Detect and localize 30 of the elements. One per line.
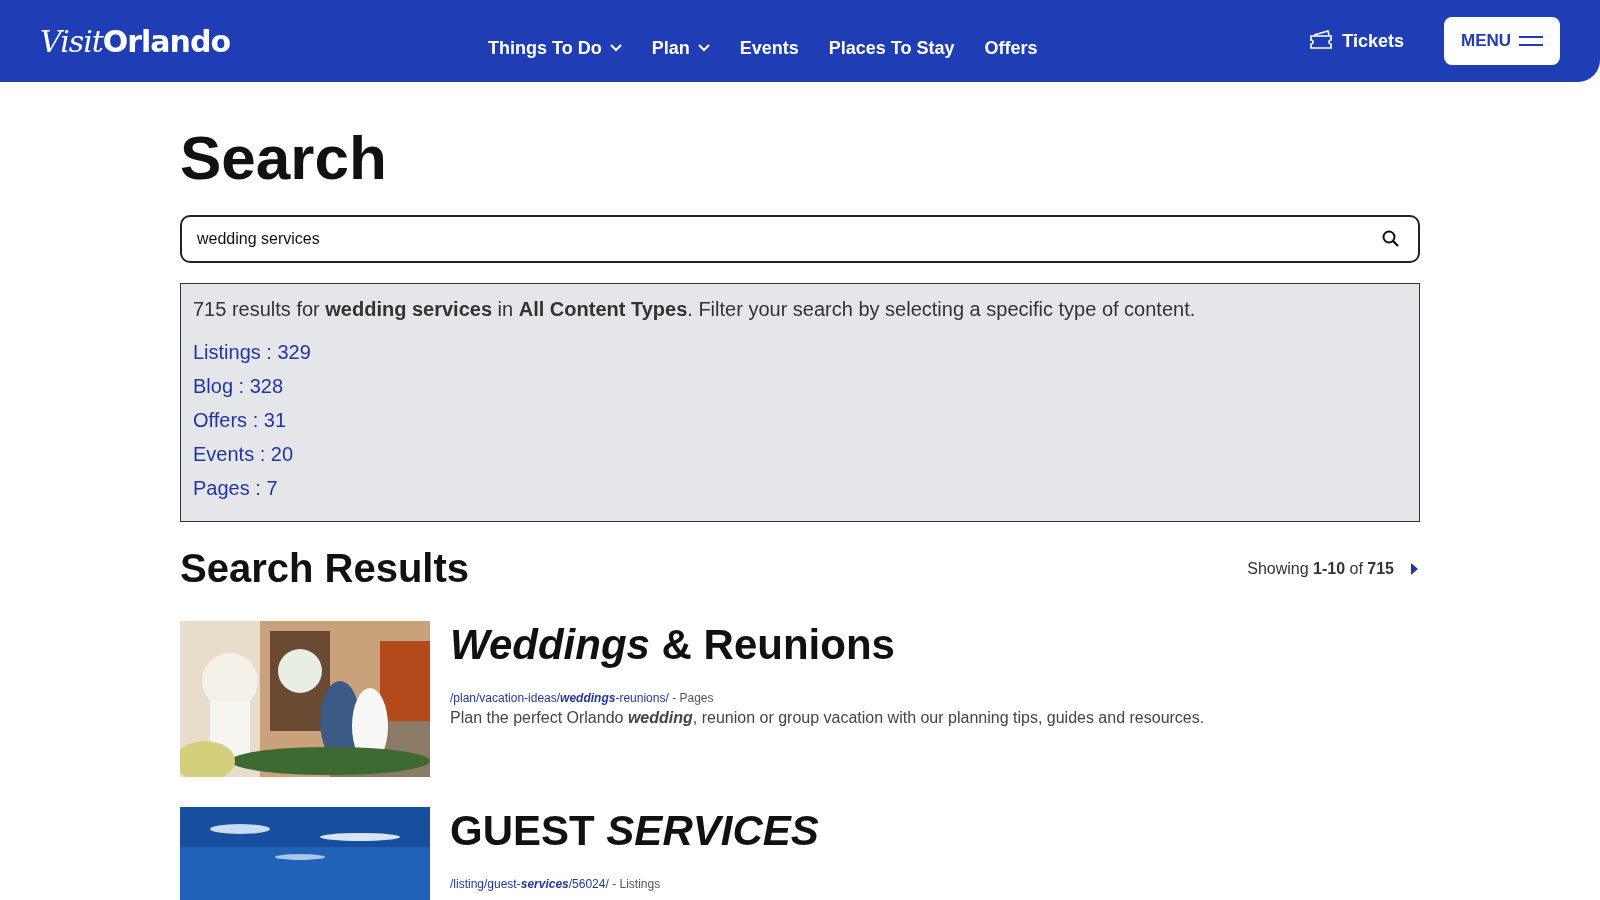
tickets-link[interactable]: Tickets [1342, 30, 1404, 52]
section-heading: Search Results [180, 546, 470, 591]
results-summary: 715 results for wedding services in All Content Types. Filter your search by selecting a specific type of content. [193, 298, 1197, 321]
result-title[interactable]: GUEST SERVICES [450, 807, 819, 855]
filter-link[interactable]: Pages : 7 [193, 471, 278, 505]
filter-link[interactable]: Blog : 328 [193, 369, 284, 403]
search-icon[interactable] [1382, 230, 1400, 248]
page-title: Search [180, 122, 388, 193]
search-field[interactable]: wedding services [180, 215, 1420, 263]
menu-button[interactable]: MENU [1444, 17, 1560, 65]
result-type: - Listings [611, 877, 661, 891]
chevron-down-icon [609, 44, 622, 52]
menu-icon [1519, 35, 1544, 47]
next-page-icon[interactable] [1408, 560, 1420, 577]
nav-link[interactable]: Offers [984, 37, 1038, 59]
nav-link[interactable]: Events [739, 37, 799, 59]
filter-link[interactable]: Listings : 329 [193, 335, 311, 369]
chevron-down-icon [697, 44, 710, 52]
nav-link[interactable]: Things To Do [488, 37, 622, 59]
nav-link[interactable]: Plan [651, 37, 710, 59]
result-url[interactable]: /plan/vacation-ideas/weddings-reunions/ [450, 691, 669, 705]
logo[interactable]: VisitOrlando [40, 23, 231, 59]
result-url[interactable]: /listing/guest-services/56024/ [450, 877, 609, 891]
filter-link[interactable]: Events : 20 [193, 437, 294, 471]
result-type: - Pages [671, 691, 714, 705]
result-title[interactable]: Weddings & Reunions [450, 621, 1205, 669]
result-description: Plan the perfect Orlando wedding, reunion or group vacation with our planning tips, guides and resources. [450, 709, 1205, 727]
nav-link[interactable]: Places To Stay [828, 37, 955, 59]
filter-link[interactable]: Offers : 31 [193, 403, 286, 437]
pagination-status: Showing 1-10 of 715 [1247, 559, 1394, 578]
